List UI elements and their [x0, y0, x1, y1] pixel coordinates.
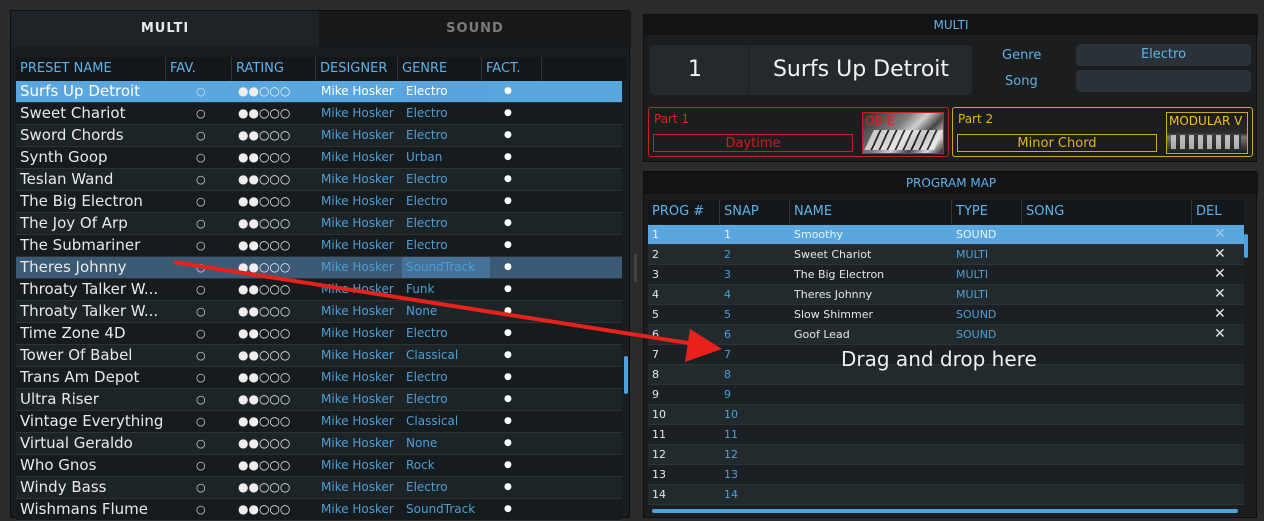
drag-arrow	[173, 260, 722, 362]
